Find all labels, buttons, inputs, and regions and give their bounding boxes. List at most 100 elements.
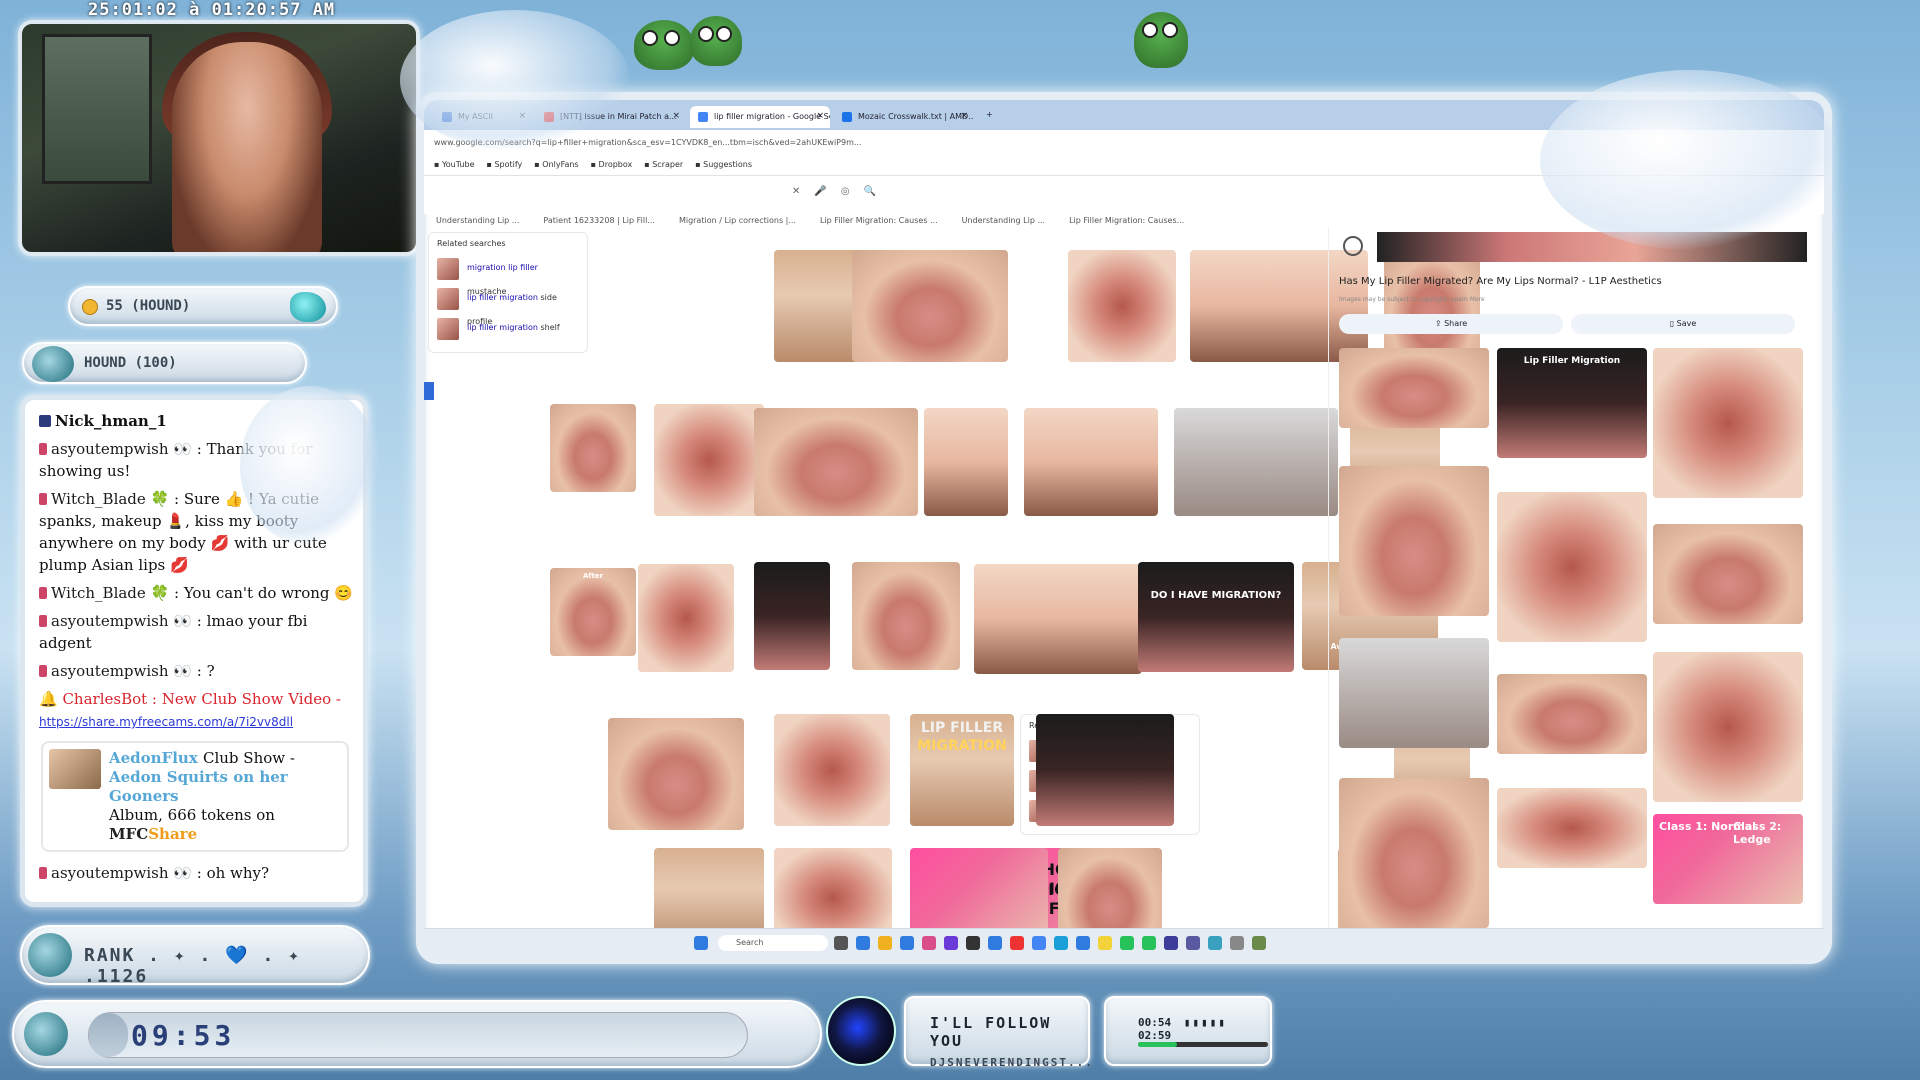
- bookmark-item[interactable]: ▪ Dropbox: [591, 160, 633, 169]
- taskbar-app-icon[interactable]: [1010, 936, 1024, 950]
- chat-username[interactable]: Witch_Blade: [51, 490, 151, 508]
- close-tab-icon[interactable]: ×: [672, 111, 680, 121]
- image-result[interactable]: Tox AestheticsFILLER DISSOLVING | ...: [754, 408, 918, 516]
- windows-start-icon[interactable]: [694, 936, 708, 950]
- chat-username[interactable]: asyoutempwish: [51, 612, 173, 630]
- image-result[interactable]: foxeplasticsurgery.co.ukLip Filler Migra…: [638, 564, 734, 672]
- taskbar-app-icon[interactable]: [1164, 936, 1178, 950]
- clear-icon[interactable]: ✕: [792, 186, 814, 197]
- similar-image[interactable]: Laser & Skin Surgery Center of New YorkI…: [1497, 674, 1647, 754]
- taskbar-app-icon[interactable]: [1120, 936, 1134, 950]
- image-result[interactable]: RedditNeed Opinions on Lip Fill...: [608, 718, 744, 830]
- image-result[interactable]: L1P AestheticsHas My Lip Filler Migrated…: [852, 562, 960, 670]
- user-badge-icon: [39, 443, 47, 455]
- gem-icon: [28, 933, 72, 977]
- new-tab-button[interactable]: +: [982, 106, 993, 128]
- taskbar-search[interactable]: Search: [718, 935, 828, 951]
- image-result[interactable]: RedditDay 6 lip filler - am I still swel…: [654, 404, 764, 516]
- taskbar-app-icon[interactable]: [856, 936, 870, 950]
- taskbar-app-icon[interactable]: [1076, 936, 1090, 950]
- taskbar-app-icon[interactable]: [988, 936, 1002, 950]
- related-chip[interactable]: Patient 16233208 | Lip Fill...: [543, 216, 655, 225]
- taskbar-app-icon[interactable]: [1142, 936, 1156, 950]
- browser-tab[interactable]: lip filler migration - Google Se... ×: [690, 106, 830, 128]
- image-result[interactable]: Hebe Beauty BarLip Filler Migration | He…: [1138, 562, 1294, 672]
- chat-text: : New Club Show Video -: [147, 690, 341, 708]
- chat-link[interactable]: https://share.myfreecams.com/a/7i2vv8dll: [39, 715, 293, 729]
- close-tab-icon[interactable]: ×: [960, 111, 968, 121]
- bookmark-item[interactable]: ▪ OnlyFans: [534, 160, 578, 169]
- chat-username[interactable]: Witch_Blade: [51, 584, 151, 602]
- taskbar-app-icon[interactable]: [900, 936, 914, 950]
- image-result[interactable]: [1036, 714, 1174, 826]
- image-result[interactable]: Heat magazineCelebrity lip fillers befor…: [974, 564, 1142, 674]
- related-chip[interactable]: Migration / Lip corrections |...: [679, 216, 796, 225]
- gem-icon: [24, 1012, 68, 1056]
- taskbar-app-icon[interactable]: [944, 936, 958, 950]
- related-search-item[interactable]: lip filler migration side profile: [437, 286, 579, 326]
- image-result[interactable]: Instagramlip filler migration ...After: [550, 568, 636, 656]
- taskbar-app-icon[interactable]: [1230, 936, 1244, 950]
- browser-tab[interactable]: Mozaic Crosswalk.txt | AMD... ×: [834, 106, 974, 128]
- related-search-item[interactable]: lip filler migration shelf: [437, 316, 579, 346]
- related-chips: Understanding Lip ... Patient 16233208 | …: [436, 216, 1208, 225]
- image-result[interactable]: The Independentlip filler started to mig…: [924, 408, 1008, 516]
- chat-username[interactable]: asyoutempwish: [51, 440, 173, 458]
- bookmark-item[interactable]: ▪ Suggestions: [695, 160, 752, 169]
- chat-username[interactable]: 🔔 CharlesBot: [39, 690, 147, 708]
- search-icon[interactable]: 🔍: [864, 186, 890, 197]
- image-result[interactable]: YouTubeBEFORE YOU GET LIP FILLERS: WATCH…: [754, 562, 830, 670]
- bookmark-item[interactable]: ▪ Scraper: [644, 160, 683, 169]
- taskbar-app-icon[interactable]: [1054, 936, 1068, 950]
- taskbar-app-icon[interactable]: [1186, 936, 1200, 950]
- similar-image[interactable]: Cosmetic ConnectionUnderstanding Lip Fil…: [1339, 466, 1489, 616]
- image-result[interactable]: FacebookMucosal filler spread (...: [550, 404, 636, 492]
- taskbar-app-icon[interactable]: [966, 936, 980, 950]
- related-chip[interactable]: Understanding Lip ...: [436, 216, 519, 225]
- image-result[interactable]: TikTokKylie Jenner Lip Fill...LIP FILLER…: [910, 714, 1014, 826]
- user-badge-icon: [39, 587, 47, 599]
- lens-icon[interactable]: [1343, 236, 1363, 256]
- similar-image[interactable]: Vows To MedicaWhy Can Lip Filler Migrate…: [1653, 524, 1803, 624]
- taskbar-app-icon[interactable]: [1252, 936, 1266, 950]
- share-button[interactable]: ⇪ Share: [1339, 314, 1563, 334]
- stream-timestamp: 25:01:02 à 01:20:57 AM: [88, 0, 336, 20]
- image-result[interactable]: Taoreen Plastic SurgeryLip Filler Migrat…: [852, 250, 1008, 362]
- related-chip[interactable]: Lip Filler Migration: Causes...: [1069, 216, 1184, 225]
- image-result[interactable]: American Academy of Facial EstheticsFill…: [1024, 408, 1158, 516]
- taskbar-app-icon[interactable]: [878, 936, 892, 950]
- bookmark-item[interactable]: ▪ Spotify: [487, 160, 523, 169]
- related-chip[interactable]: Lip Filler Migration: Causes ...: [820, 216, 938, 225]
- club-show-alert[interactable]: AedonFlux Club Show - Aedon Squirts on he…: [41, 741, 349, 852]
- similar-image[interactable]: [1497, 788, 1647, 868]
- lens-icon[interactable]: ◎: [841, 186, 864, 197]
- related-chip[interactable]: Understanding Lip ...: [962, 216, 1045, 225]
- mic-icon[interactable]: 🎤: [814, 186, 840, 197]
- taskbar-app-icon[interactable]: [834, 936, 848, 950]
- taskbar-app-icon[interactable]: [922, 936, 936, 950]
- image-result[interactable]: Carolina Facial Plasticslip filler migra…: [1174, 408, 1338, 516]
- similar-image[interactable]: High Point MedicalWhat is filler migrati…: [1339, 638, 1489, 748]
- similar-image[interactable]: Dr Courtney Plastic Surgery HoustonPatie…: [1653, 348, 1803, 498]
- chat-username[interactable]: asyoutempwish: [51, 662, 173, 680]
- similar-image[interactable]: Hebe Beauty BarLip Filler Migration | He…: [1497, 492, 1647, 642]
- image-result[interactable]: Unique AestheticsMigration / Lip correct…: [1068, 250, 1176, 362]
- image-results-grid: Related searches migration lip filler mus…: [424, 228, 1480, 956]
- preview-title[interactable]: Has My Lip Filler Migrated? Are My Lips …: [1339, 276, 1662, 287]
- similar-image[interactable]: Class 1: Normal Class 2: Ledge: [1653, 814, 1803, 904]
- save-button[interactable]: ▯ Save: [1571, 314, 1795, 334]
- related-search-item[interactable]: migration lip filler mustache: [437, 256, 579, 296]
- taskbar-app-icon[interactable]: [1098, 936, 1112, 950]
- image-result[interactable]: FacebookLIP FILLER MIGRATION ...: [774, 714, 890, 826]
- chat-username[interactable]: asyoutempwish: [51, 864, 173, 882]
- similar-image[interactable]: YouTubeLip Filler Migration: Causes & Pr…: [1497, 348, 1647, 458]
- similar-image[interactable]: Carolina Facial PlasticsShould you be af…: [1339, 348, 1489, 428]
- bookmark-item[interactable]: ▪ YouTube: [434, 160, 475, 169]
- similar-image[interactable]: Hebe Beauty BarLip Filler Migration | He…: [1653, 652, 1803, 802]
- close-tab-icon[interactable]: ×: [816, 111, 824, 121]
- thumbnail-text: MIGRATION: [917, 738, 1007, 754]
- caption-blue[interactable]: an example of lip filler migration: [424, 382, 434, 400]
- similar-image[interactable]: RedditLip Filler Migration : r/cosmetics…: [1339, 778, 1489, 928]
- taskbar-app-icon[interactable]: [1032, 936, 1046, 950]
- taskbar-app-icon[interactable]: [1208, 936, 1222, 950]
